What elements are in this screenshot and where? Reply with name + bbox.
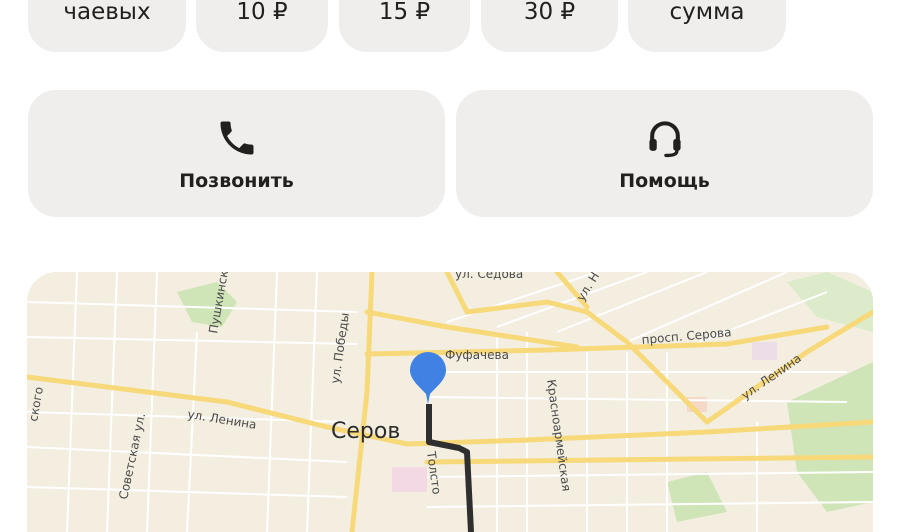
tip-chip-label: 10 ₽ — [236, 0, 288, 25]
map-block — [752, 342, 777, 360]
help-button-label: Помощь — [619, 169, 710, 192]
map-canvas: ул. Седова ул. Н Пушкинск ул. Победы Фуф… — [27, 272, 873, 532]
city-label: Серов — [331, 419, 400, 444]
call-button-label: Позвонить — [179, 169, 294, 192]
tip-chip-label: чаевых — [63, 0, 151, 25]
tip-chip-custom-tips[interactable]: чаевых — [28, 0, 186, 52]
phone-icon — [220, 121, 253, 154]
tip-chip-15[interactable]: 15 ₽ — [339, 0, 470, 52]
tip-chip-30[interactable]: 30 ₽ — [481, 0, 618, 52]
street-label: Фуфачева — [445, 348, 509, 362]
help-button[interactable]: Помощь — [456, 90, 873, 217]
call-button[interactable]: Позвонить — [28, 90, 445, 217]
map-block — [392, 467, 427, 492]
tip-chip-label: 30 ₽ — [523, 0, 576, 25]
tip-chip-10[interactable]: 10 ₽ — [196, 0, 328, 52]
headset-icon — [648, 120, 681, 157]
tip-chip-amount[interactable]: сумма — [628, 0, 786, 52]
street-label: ул. Седова — [455, 272, 523, 281]
tip-options: чаевых 10 ₽ 15 ₽ 30 ₽ сумма — [0, 0, 900, 60]
tip-chip-label: сумма — [669, 0, 745, 25]
tip-chip-label: 15 ₽ — [378, 0, 431, 25]
route-map[interactable]: ул. Седова ул. Н Пушкинск ул. Победы Фуф… — [27, 272, 873, 532]
